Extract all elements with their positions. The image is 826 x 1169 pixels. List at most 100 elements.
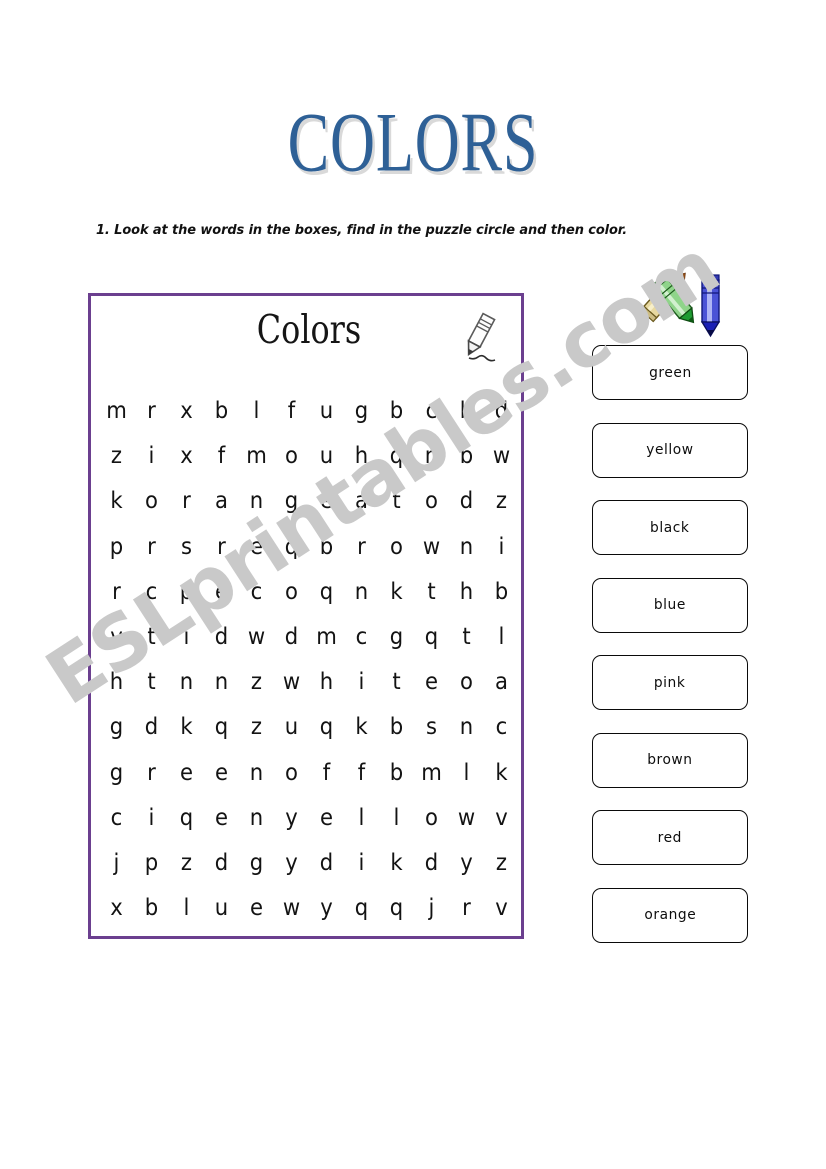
- pencil-doodle-icon: [467, 312, 496, 362]
- grid-row: jpzdgydikdyz: [99, 841, 519, 886]
- grid-letter: y: [285, 849, 298, 876]
- word-box-label: yellow: [646, 442, 694, 458]
- grid-letter: e: [179, 759, 194, 786]
- grid-letter: n: [249, 759, 264, 786]
- grid-letter: d: [144, 714, 159, 741]
- grid-letter: z: [495, 849, 508, 876]
- grid-letter: b: [214, 398, 229, 425]
- grid-letter: b: [494, 578, 509, 605]
- grid-letter: f: [322, 759, 331, 786]
- word-box-label: pink: [654, 674, 686, 691]
- grid-row: rcpecoqnkthb: [99, 570, 519, 615]
- grid-letter: x: [110, 895, 123, 922]
- grid-letter: h: [354, 443, 369, 470]
- grid-letter: r: [462, 895, 471, 922]
- grid-letter: c: [425, 398, 438, 425]
- grid-letter: j: [113, 849, 120, 876]
- grid-letter: n: [249, 804, 264, 831]
- grid-letter: p: [144, 849, 159, 876]
- grid-letter: y: [320, 895, 333, 922]
- grid-letter: e: [249, 895, 264, 922]
- grid-letter: l: [253, 398, 260, 425]
- grid-row: prsreqbrowni: [99, 525, 519, 570]
- grid-letter: j: [428, 895, 435, 922]
- word-box-green[interactable]: green: [592, 345, 748, 400]
- grid-letter: o: [390, 533, 403, 560]
- grid-letter: l: [393, 804, 400, 831]
- grid-letter: t: [147, 669, 156, 696]
- grid-letter: k: [390, 578, 403, 605]
- grid-letter: b: [389, 714, 404, 741]
- grid-letter: b: [319, 533, 334, 560]
- grid-row: vtidwdmcgqtl: [99, 615, 519, 660]
- grid-letter: d: [319, 849, 334, 876]
- grid-row: gdkqzuqkbsnc: [99, 705, 519, 750]
- grid-letter: z: [110, 443, 123, 470]
- grid-letter: k: [495, 759, 508, 786]
- grid-row: korangeatodz: [99, 479, 519, 524]
- grid-letter: x: [180, 443, 193, 470]
- grid-letter: o: [460, 669, 473, 696]
- grid-letter: g: [249, 849, 264, 876]
- grid-letter: s: [180, 533, 193, 560]
- grid-letter: m: [106, 398, 127, 425]
- grid-letter: w: [457, 804, 476, 831]
- word-box-pink[interactable]: pink: [592, 655, 748, 710]
- grid-letter: g: [389, 624, 404, 651]
- grid-letter: d: [214, 624, 229, 651]
- grid-letter: b: [389, 759, 404, 786]
- grid-letter: h: [459, 578, 474, 605]
- grid-letter: n: [459, 533, 474, 560]
- word-list: green yellow black blue pink brown red orange: [592, 345, 748, 965]
- grid-letter: u: [284, 714, 299, 741]
- grid-letter: t: [427, 578, 436, 605]
- grid-letter: z: [495, 488, 508, 515]
- grid-letter: o: [425, 804, 438, 831]
- grid-letter: f: [217, 443, 226, 470]
- grid-letter: m: [421, 759, 442, 786]
- word-box-yellow[interactable]: yellow: [592, 422, 748, 478]
- grid-letter: w: [247, 624, 266, 651]
- grid-letter: q: [354, 895, 369, 922]
- grid-letter: t: [392, 669, 401, 696]
- grid-letter: l: [463, 759, 470, 786]
- word-box-red[interactable]: red: [592, 810, 748, 865]
- grid-letter: q: [179, 804, 194, 831]
- grid-letter: a: [495, 669, 508, 696]
- grid-letter: n: [179, 669, 194, 696]
- grid-letter: i: [148, 804, 155, 831]
- word-box-brown[interactable]: brown: [592, 732, 748, 788]
- grid-letter: c: [110, 804, 123, 831]
- word-box-blue[interactable]: blue: [592, 577, 748, 633]
- grid-letter: r: [147, 398, 156, 425]
- grid-letter: w: [422, 533, 441, 560]
- grid-letter: w: [282, 669, 301, 696]
- grid-letter: s: [425, 714, 438, 741]
- grid-letter: m: [246, 443, 267, 470]
- grid-letter: b: [459, 398, 474, 425]
- grid-letter: q: [389, 443, 404, 470]
- grid-letter: e: [214, 804, 229, 831]
- grid-letter: n: [424, 443, 439, 470]
- grid-letter: y: [460, 849, 473, 876]
- grid-letter: c: [495, 714, 508, 741]
- word-box-black[interactable]: black: [592, 500, 748, 555]
- grid-letter: k: [180, 714, 193, 741]
- grid-letter: g: [284, 488, 299, 515]
- grid-letter: b: [389, 398, 404, 425]
- grid-letter: o: [285, 443, 298, 470]
- word-box-orange[interactable]: orange: [592, 887, 748, 943]
- word-box-label: green: [648, 364, 692, 381]
- grid-letter: q: [284, 533, 299, 560]
- grid-letter: c: [250, 578, 263, 605]
- grid-letter: i: [498, 533, 505, 560]
- word-box-label: red: [657, 829, 683, 846]
- grid-letter: t: [462, 624, 471, 651]
- grid-row: ciqenyellowv: [99, 796, 519, 841]
- grid-letter: o: [285, 759, 298, 786]
- grid-letter: e: [319, 804, 334, 831]
- three-crayons-icon: [639, 272, 721, 338]
- grid-letter: q: [214, 714, 229, 741]
- grid-letter: q: [319, 714, 334, 741]
- grid-letter: g: [354, 398, 369, 425]
